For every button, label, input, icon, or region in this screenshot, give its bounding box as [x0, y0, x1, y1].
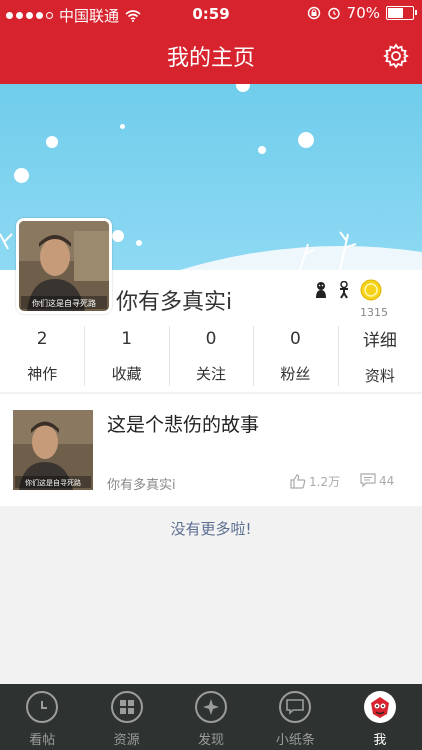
nav-bar: 我的主页 — [0, 28, 422, 84]
svg-text:你们这是自寻死路: 你们这是自寻死路 — [32, 298, 96, 308]
stats-row: 2 神作 1 收藏 0 关注 0 粉丝 详细 资料 — [0, 320, 422, 392]
tab-posts[interactable]: 看帖 — [0, 684, 84, 750]
stat-profile-details[interactable]: 详细 资料 — [337, 320, 422, 392]
rotation-lock-icon — [307, 6, 320, 20]
post-item[interactable]: 你们这是自寻死路 这是个悲伤的故事 你有多真实i 1.2万 44 — [0, 394, 422, 506]
stat-following[interactable]: 0 关注 — [168, 320, 253, 392]
tab-label: 看帖 — [29, 733, 56, 748]
coin-score: 1315 — [360, 306, 388, 319]
thumbs-up-icon — [290, 474, 306, 489]
settings-button[interactable] — [380, 40, 412, 72]
stat-label: 关注 — [196, 364, 227, 383]
page-title: 我的主页 — [166, 46, 255, 71]
compass-icon — [195, 691, 228, 723]
comment-count: 44 — [379, 473, 395, 488]
tab-me[interactable]: 我 — [338, 684, 422, 750]
message-icon — [279, 691, 312, 723]
tab-messages[interactable]: 小纸条 — [253, 684, 337, 750]
stat-fans[interactable]: 0 粉丝 — [253, 320, 337, 392]
stat-value: 2 — [36, 328, 48, 349]
badge-list — [314, 279, 382, 301]
post-thumbnail-photo: 你们这是自寻死路 — [13, 410, 93, 490]
status-bar: 中国联通 0:59 70% — [0, 0, 422, 28]
stat-value: 0 — [290, 328, 301, 349]
svg-text:你们这是自寻死路: 你们这是自寻死路 — [25, 478, 81, 487]
username: 你有多真实i — [116, 290, 233, 315]
battery-icon — [386, 6, 417, 20]
avatar[interactable]: 你们这是自寻死路 — [16, 218, 112, 314]
no-more-label: 没有更多啦! — [170, 520, 252, 538]
grid-icon — [110, 691, 143, 723]
gear-icon — [383, 43, 409, 69]
like-button[interactable]: 1.2万 — [290, 473, 340, 490]
like-count: 1.2万 — [309, 475, 341, 489]
stat-label: 粉丝 — [280, 364, 311, 383]
gold-coin-icon[interactable] — [360, 279, 382, 301]
stat-value: 1 — [121, 328, 133, 349]
tab-bar: 看帖 资源 发现 小纸条 我 — [0, 684, 422, 750]
stat-label: 收藏 — [111, 364, 142, 383]
avatar-photo: 你们这是自寻死路 — [19, 221, 109, 311]
person-badge-icon[interactable] — [314, 281, 328, 299]
tab-resources[interactable]: 资源 — [84, 684, 168, 750]
battery-percent: 70% — [346, 4, 380, 22]
alarm-icon — [327, 7, 340, 20]
stat-label: 资料 — [364, 367, 395, 385]
tab-discover[interactable]: 发现 — [169, 684, 253, 750]
tab-label: 资源 — [113, 733, 140, 748]
avatar-icon — [363, 691, 396, 723]
stat-favorites[interactable]: 1 收藏 — [84, 320, 168, 392]
comment-icon — [360, 473, 376, 488]
figure-badge-icon[interactable] — [337, 281, 351, 299]
tab-label: 我 — [373, 733, 387, 748]
tab-label: 发现 — [198, 733, 225, 748]
comment-button[interactable]: 44 — [360, 473, 394, 488]
stat-value: 详细 — [362, 331, 397, 351]
post-author[interactable]: 你有多真实i — [107, 474, 176, 493]
tab-label: 小纸条 — [275, 733, 315, 748]
post-title: 这是个悲伤的故事 — [107, 414, 260, 436]
clock-icon — [26, 691, 59, 723]
stat-masterpieces[interactable]: 2 神作 — [0, 320, 84, 392]
stat-label: 神作 — [27, 364, 58, 383]
post-thumbnail: 你们这是自寻死路 — [13, 410, 93, 490]
stat-value: 0 — [205, 328, 217, 349]
